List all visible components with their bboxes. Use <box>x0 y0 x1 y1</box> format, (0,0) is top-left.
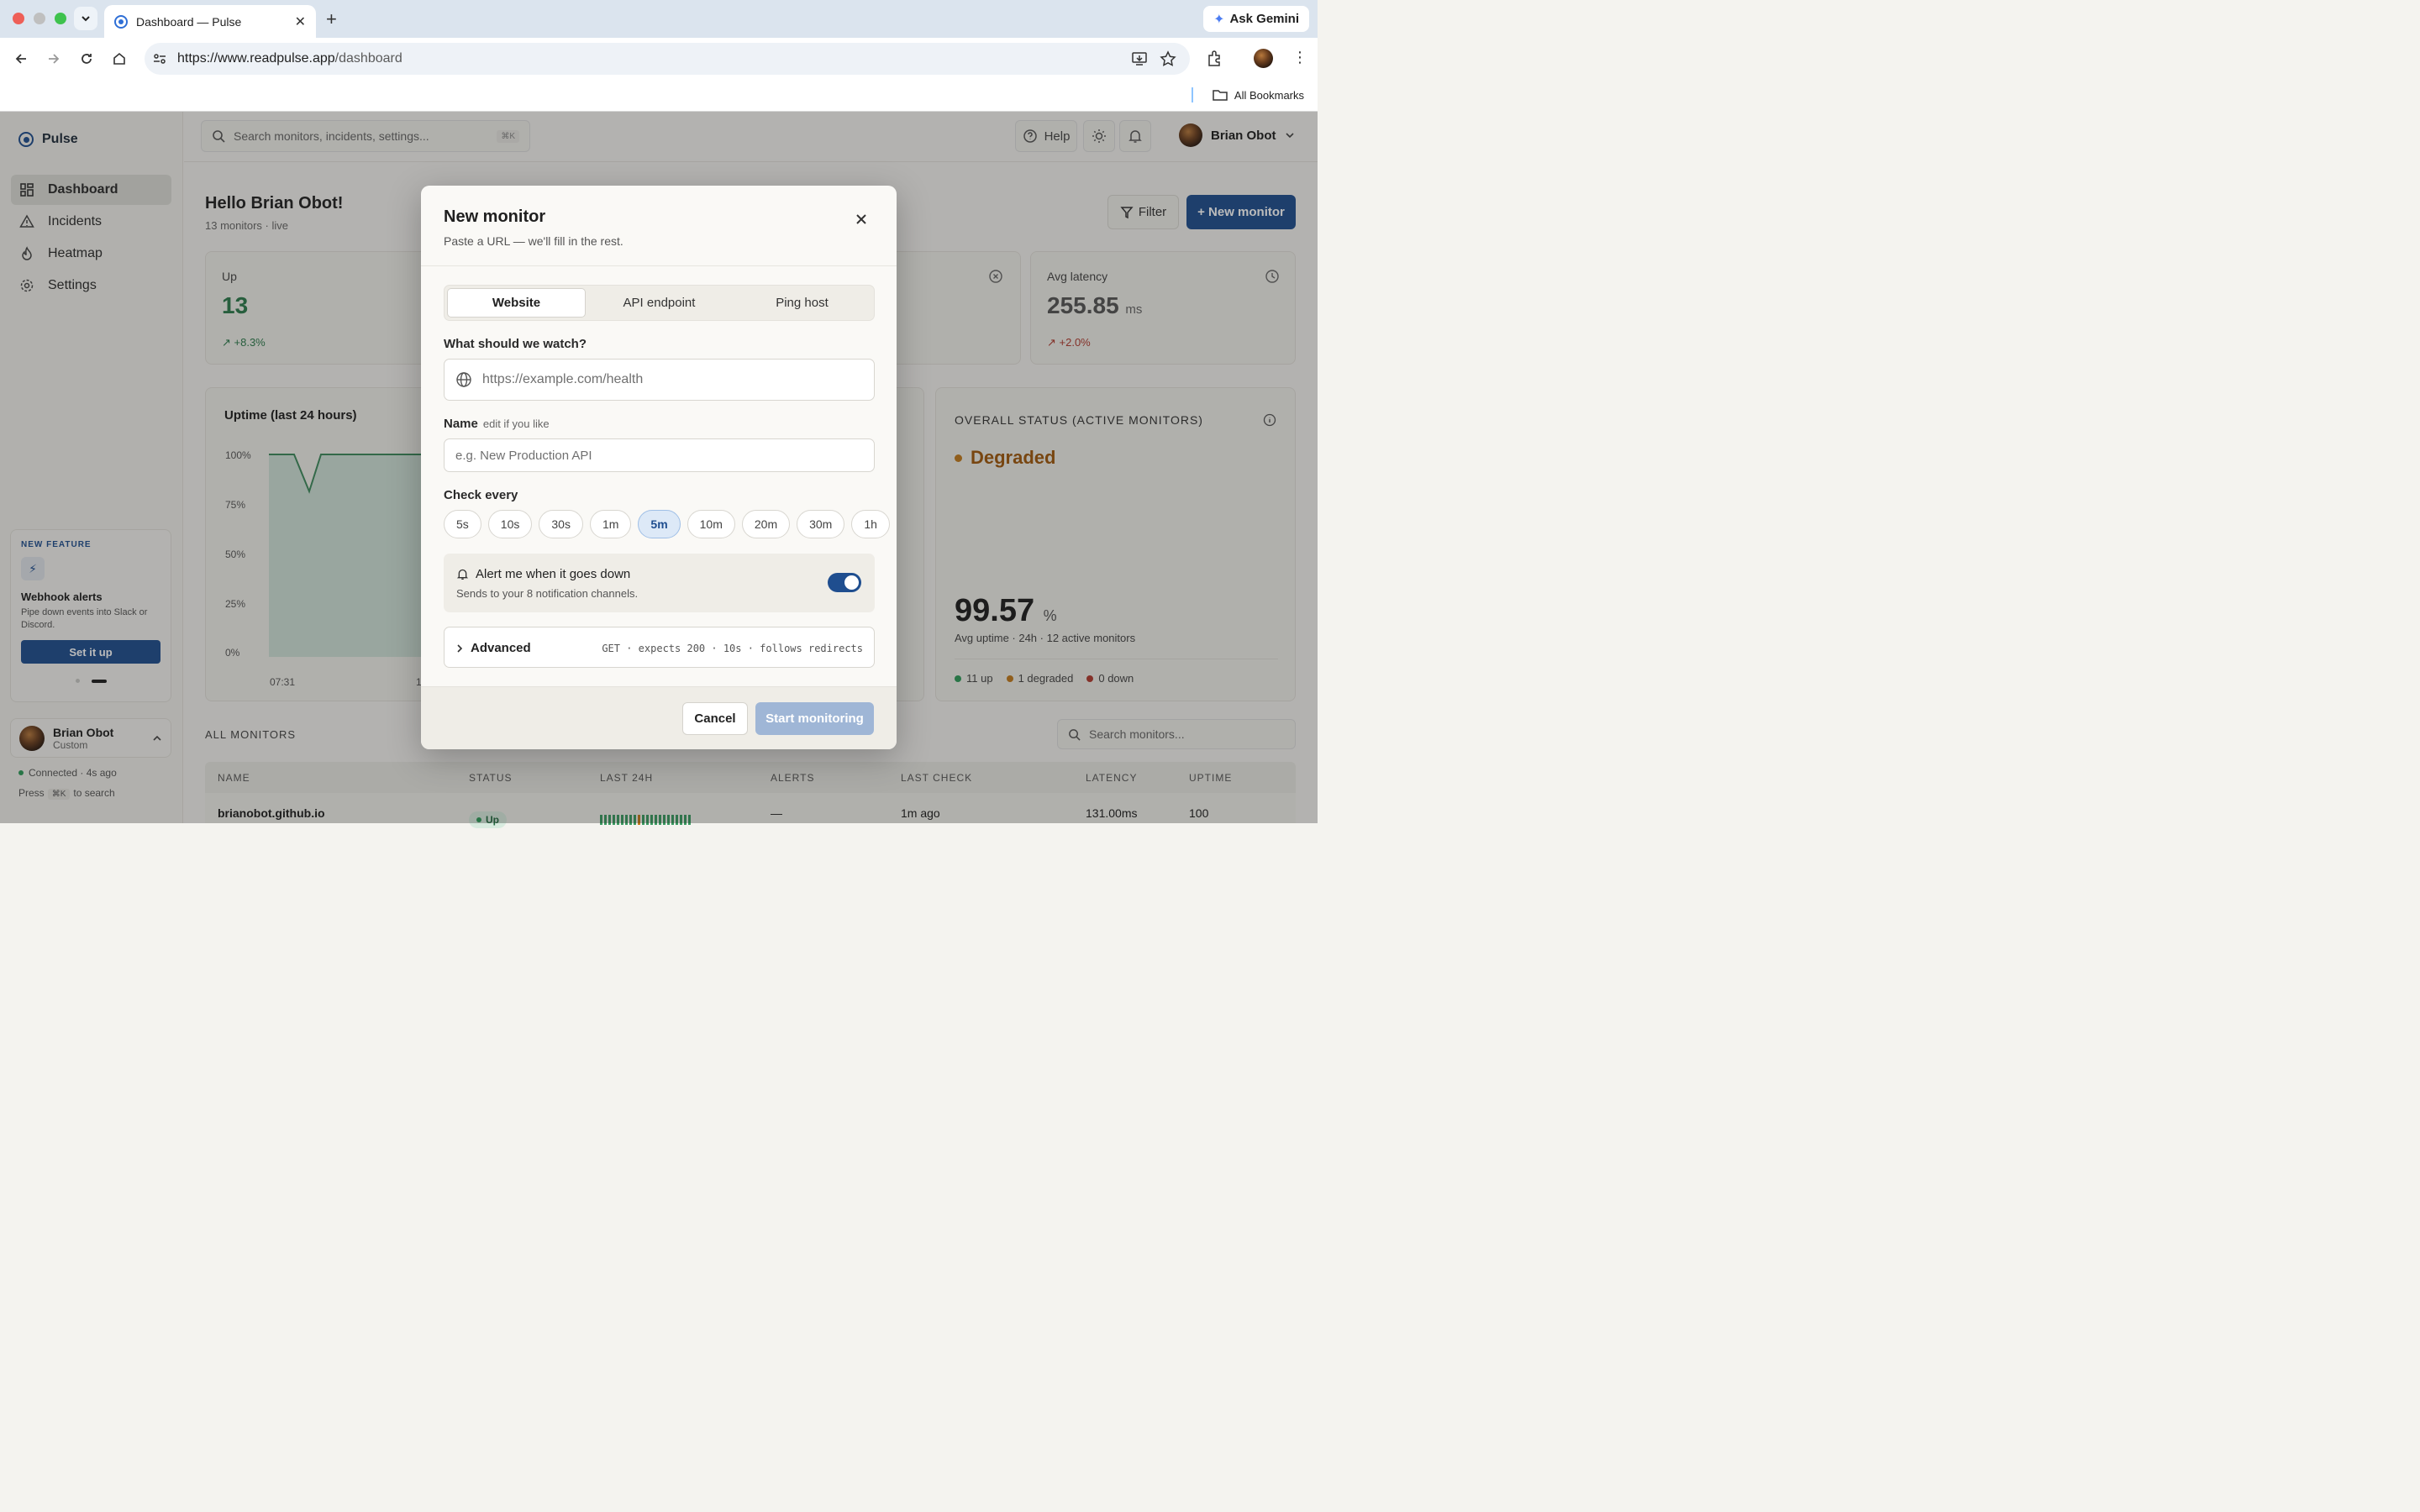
close-dialog-button[interactable] <box>851 209 871 229</box>
address-bar[interactable]: https://www.readpulse.app/dashboard <box>145 43 1190 75</box>
install-app-icon[interactable] <box>1131 50 1148 67</box>
alert-setting: Alert me when it goes down Sends to your… <box>444 554 875 612</box>
bookmarks-bar: All Bookmarks <box>0 80 1318 112</box>
close-icon <box>856 214 866 224</box>
close-window-button[interactable] <box>13 13 24 24</box>
bookmarks-separator <box>1192 87 1193 102</box>
dialog-subtitle: Paste a URL — we'll fill in the rest. <box>444 234 623 248</box>
name-input[interactable] <box>455 448 863 463</box>
browser-tab-active[interactable]: Dashboard — Pulse ✕ <box>104 5 316 38</box>
interval-chip-10s[interactable]: 10s <box>487 510 533 538</box>
arrow-left-icon <box>15 54 26 64</box>
tab-website[interactable]: Website <box>447 288 586 318</box>
name-hint: edit if you like <box>482 417 550 430</box>
new-tab-button[interactable]: + <box>326 8 337 30</box>
alert-toggle[interactable] <box>828 573 861 592</box>
alert-subtitle: Sends to your 8 notification channels. <box>456 587 639 600</box>
chevron-down-icon <box>82 16 90 22</box>
interval-chip-20m[interactable]: 20m <box>741 510 791 538</box>
monitor-type-tabs: Website API endpoint Ping host <box>444 285 875 321</box>
interval-chip-30s[interactable]: 30s <box>539 510 583 538</box>
close-tab-icon[interactable]: ✕ <box>295 13 306 30</box>
divider <box>421 265 897 266</box>
toggle-knob <box>844 575 859 590</box>
browser-profile-avatar[interactable] <box>1254 49 1273 68</box>
extensions-icon[interactable] <box>1206 50 1224 68</box>
name-label-text: Name <box>444 417 478 431</box>
advanced-summary: GET · expects 200 · 10s · follows redire… <box>602 643 863 654</box>
name-field[interactable] <box>444 438 875 472</box>
chevron-right-icon <box>457 643 463 653</box>
back-button[interactable] <box>10 48 32 70</box>
interval-chip-10m[interactable]: 10m <box>687 510 735 538</box>
watch-field-label: What should we watch? <box>444 337 587 351</box>
interval-selector: 5s 10s 30s 1m 5m 10m 20m 30m 1h <box>444 510 890 538</box>
alert-title: Alert me when it goes down <box>456 567 630 581</box>
arrow-right-icon <box>49 54 60 64</box>
dialog-footer: Cancel Start monitoring <box>421 686 897 749</box>
all-bookmarks-label: All Bookmarks <box>1234 88 1304 102</box>
folder-icon <box>1213 90 1228 101</box>
browser-tab-strip: Dashboard — Pulse ✕ + ✦ Ask Gemini <box>0 0 1318 38</box>
advanced-toggle[interactable]: Advanced <box>455 641 531 655</box>
tab-api-endpoint[interactable]: API endpoint <box>590 288 729 318</box>
globe-icon <box>456 372 471 387</box>
interval-chip-1m[interactable]: 1m <box>589 510 632 538</box>
alert-title-text: Alert me when it goes down <box>476 567 631 581</box>
start-monitoring-button[interactable]: Start monitoring <box>755 702 874 735</box>
interval-chip-30m[interactable]: 30m <box>797 510 845 538</box>
url-path: /dashboard <box>334 51 402 66</box>
reload-icon <box>82 54 92 64</box>
ask-gemini-button[interactable]: ✦ Ask Gemini <box>1203 6 1309 32</box>
advanced-section[interactable]: Advanced GET · expects 200 · 10s · follo… <box>444 627 875 668</box>
name-field-label: Name edit if you like <box>444 417 550 431</box>
forward-button[interactable] <box>43 48 65 70</box>
browser-menu-icon[interactable]: ⋮ <box>1292 49 1307 66</box>
home-button[interactable] <box>108 48 130 70</box>
advanced-label: Advanced <box>471 641 531 655</box>
new-monitor-dialog: New monitor Paste a URL — we'll fill in … <box>421 186 897 749</box>
ask-gemini-label: Ask Gemini <box>1229 12 1299 26</box>
interval-chip-1h[interactable]: 1h <box>851 510 890 538</box>
minimize-window-button[interactable] <box>34 13 45 24</box>
reload-button[interactable] <box>76 48 97 70</box>
bookmark-star-icon[interactable] <box>1160 50 1176 67</box>
cancel-button[interactable]: Cancel <box>682 702 748 735</box>
tab-search-button[interactable] <box>74 7 97 30</box>
watch-url-field[interactable] <box>444 359 875 401</box>
url-host: https://www.readpulse.app <box>177 51 335 66</box>
bell-icon <box>456 569 469 580</box>
interval-chip-5s[interactable]: 5s <box>444 510 481 538</box>
maximize-window-button[interactable] <box>55 13 66 24</box>
browser-toolbar: https://www.readpulse.app/dashboard ⋮ <box>0 38 1318 80</box>
url-text: https://www.readpulse.app/dashboard <box>177 51 402 66</box>
all-bookmarks-button[interactable]: All Bookmarks <box>1213 88 1304 102</box>
dialog-title: New monitor <box>444 207 546 226</box>
home-icon <box>113 52 125 65</box>
interval-chip-5m[interactable]: 5m <box>638 510 681 538</box>
tab-title: Dashboard — Pulse <box>136 14 242 29</box>
site-settings-icon[interactable] <box>152 51 167 66</box>
watch-url-input[interactable] <box>482 372 863 387</box>
check-every-label: Check every <box>444 488 518 502</box>
gemini-sparkle-icon: ✦ <box>1213 12 1225 27</box>
tab-ping-host[interactable]: Ping host <box>733 288 871 318</box>
pulse-favicon-icon <box>114 14 128 29</box>
